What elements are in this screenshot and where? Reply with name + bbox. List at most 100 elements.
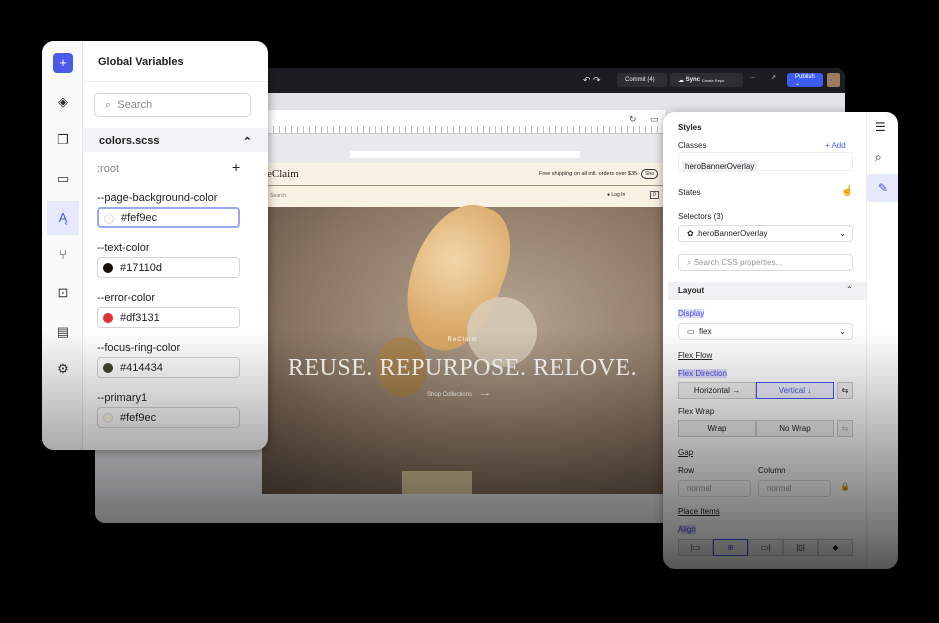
- css-search-input[interactable]: ⌕ Search CSS properties...: [678, 254, 853, 271]
- flex-direction-label: Flex Direction: [678, 369, 727, 378]
- avatar[interactable]: [827, 73, 840, 87]
- display-label: Display: [678, 309, 705, 318]
- color-swatch[interactable]: [103, 313, 113, 323]
- variable-value-field[interactable]: #17110d: [97, 257, 240, 278]
- inspect-icon[interactable]: ⌕: [875, 150, 882, 165]
- url-bar[interactable]: [350, 151, 580, 158]
- variable-value: #fef9ec: [120, 411, 157, 424]
- settings-icon[interactable]: ⚙: [53, 359, 73, 379]
- color-swatch[interactable]: [103, 263, 113, 273]
- refresh-icon[interactable]: ↻: [629, 114, 637, 125]
- preview-icon[interactable]: ↗: [771, 74, 776, 81]
- layout-label: Layout: [678, 286, 705, 295]
- wrap-reverse-icon[interactable]: ⇆: [837, 420, 853, 437]
- display-dropdown[interactable]: ▭ flex ⌄: [678, 323, 853, 340]
- announcement-bar: eClaim Free shipping on all intl. orders…: [262, 163, 663, 185]
- wrap-button[interactable]: Wrap: [678, 420, 756, 437]
- cta-label: Shop Collections: [427, 392, 473, 398]
- site-nav: ⌕ Search ● Log In 0: [262, 185, 663, 207]
- row-gap-dropdown[interactable]: normal: [678, 480, 751, 497]
- color-swatch[interactable]: [103, 413, 113, 423]
- variable-value-field[interactable]: #414434: [97, 357, 240, 378]
- undo-redo-icon[interactable]: ↶ ↷: [583, 75, 601, 86]
- row-label: Row: [678, 466, 695, 475]
- no-wrap-button[interactable]: No Wrap: [756, 420, 834, 437]
- color-swatch[interactable]: [104, 214, 114, 224]
- css-search-placeholder: Search CSS properties...: [693, 258, 783, 267]
- flex-wrap-label: Flex Wrap: [678, 407, 715, 416]
- flex-flow-label: Flex Flow: [678, 351, 713, 360]
- typography-icon[interactable]: Ą: [47, 201, 79, 235]
- right-rail: ☰ ⌕ ✎: [866, 112, 898, 569]
- chevron-up-icon[interactable]: ⌃: [846, 285, 853, 294]
- class-field[interactable]: heroBannerOverlay: [678, 152, 853, 172]
- reverse-icon[interactable]: ⇆: [837, 382, 853, 399]
- table-icon[interactable]: ▤: [53, 322, 73, 342]
- more-button[interactable]: ...: [750, 74, 755, 80]
- hero-title: REUSE. REPURPOSE. RELOVE.: [287, 355, 638, 381]
- color-swatch[interactable]: [103, 363, 113, 373]
- variable-value-field[interactable]: #fef9ec: [97, 207, 240, 228]
- shop-collections-link[interactable]: Shop Collections ⟶: [427, 391, 489, 398]
- align-start-icon[interactable]: |▭: [678, 539, 713, 556]
- site-search-label: Search: [270, 193, 287, 199]
- site-search[interactable]: ⌕ Search: [266, 193, 286, 199]
- selector-value: .heroBannerOverlay: [695, 229, 768, 238]
- left-rail: + ◈ ❐ ▭ Ą ⑂ ⊡ ▤ ⚙: [42, 41, 83, 450]
- hero-brand: ReClaim: [447, 337, 478, 343]
- hero-banner: ReClaim REUSE. REPURPOSE. RELOVE. Shop C…: [262, 191, 663, 494]
- variable-value-field[interactable]: #df3131: [97, 307, 240, 328]
- global-variables-panel: + ◈ ❐ ▭ Ą ⑂ ⊡ ▤ ⚙ Global Variables ⌕ Sea…: [42, 41, 268, 450]
- variable-name: --page-background-color: [97, 192, 218, 204]
- site-brand[interactable]: eClaim: [267, 168, 299, 180]
- align-center-icon[interactable]: ⊕: [713, 539, 748, 556]
- folder-icon[interactable]: ▭: [53, 169, 73, 189]
- gap-label: Gap: [678, 448, 694, 457]
- commit-button[interactable]: Commit (4): [617, 73, 667, 87]
- styles-title: Styles: [678, 123, 702, 132]
- terminal-icon[interactable]: ⊡: [53, 283, 73, 303]
- vertical-button[interactable]: Vertical ↓: [756, 382, 834, 399]
- lock-icon[interactable]: 🔒: [840, 482, 850, 491]
- shop-button[interactable]: Sho: [641, 169, 658, 179]
- arrow-icon: ⟶: [480, 392, 489, 398]
- classes-label: Classes: [678, 141, 707, 150]
- add-class-button[interactable]: + Add: [825, 141, 846, 150]
- layers-icon[interactable]: ◈: [53, 92, 73, 112]
- styles-panel: ☰ ⌕ ✎ Styles Classes + Add heroBannerOve…: [663, 112, 898, 569]
- variable-value-field[interactable]: #fef9ec: [97, 407, 240, 428]
- git-branch-icon[interactable]: ⑂: [53, 245, 73, 265]
- publish-button[interactable]: Publish ⌄: [787, 73, 823, 87]
- add-icon[interactable]: +: [53, 53, 73, 73]
- variable-name: --focus-ring-color: [97, 342, 181, 354]
- column-gap-dropdown[interactable]: normal: [758, 480, 831, 497]
- align-stretch-icon[interactable]: |▯|: [783, 539, 818, 556]
- divider: [83, 81, 268, 82]
- file-section-header[interactable]: colors.scss ⌃: [83, 128, 268, 152]
- horizontal-button[interactable]: Horizontal →: [678, 382, 756, 399]
- file-name: colors.scss: [99, 135, 160, 147]
- add-variable-button[interactable]: +: [232, 159, 240, 175]
- states-label: States: [678, 188, 701, 197]
- column-label: Column: [758, 466, 786, 475]
- state-pointer-icon[interactable]: ☝: [841, 186, 853, 197]
- soap-image: [402, 471, 472, 494]
- panel-title: Global Variables: [98, 56, 184, 68]
- selector-dropdown[interactable]: ✿ .heroBannerOverlay ⌄: [678, 225, 853, 242]
- brush-icon[interactable]: ✎: [867, 174, 898, 202]
- cart-icon[interactable]: 0: [650, 191, 659, 199]
- pages-icon[interactable]: ❐: [53, 130, 73, 150]
- sync-button[interactable]: ☁ Sync Create Repo: [670, 73, 743, 87]
- chevron-up-icon[interactable]: ⌃: [243, 135, 252, 148]
- align-end-icon[interactable]: ▭|: [748, 539, 783, 556]
- class-tag[interactable]: heroBannerOverlay: [682, 161, 758, 172]
- login-link[interactable]: ● Log In: [607, 192, 625, 198]
- search-input[interactable]: ⌕ Search: [94, 93, 251, 117]
- variable-name: --primary1: [97, 392, 148, 404]
- align-baseline-icon[interactable]: ◆: [818, 539, 853, 556]
- sliders-icon[interactable]: ☰: [875, 120, 886, 134]
- variable-name: --error-color: [97, 292, 156, 304]
- search-placeholder: Search: [117, 99, 153, 111]
- layout-icon[interactable]: ▭: [650, 114, 659, 125]
- align-label: Align: [678, 525, 696, 534]
